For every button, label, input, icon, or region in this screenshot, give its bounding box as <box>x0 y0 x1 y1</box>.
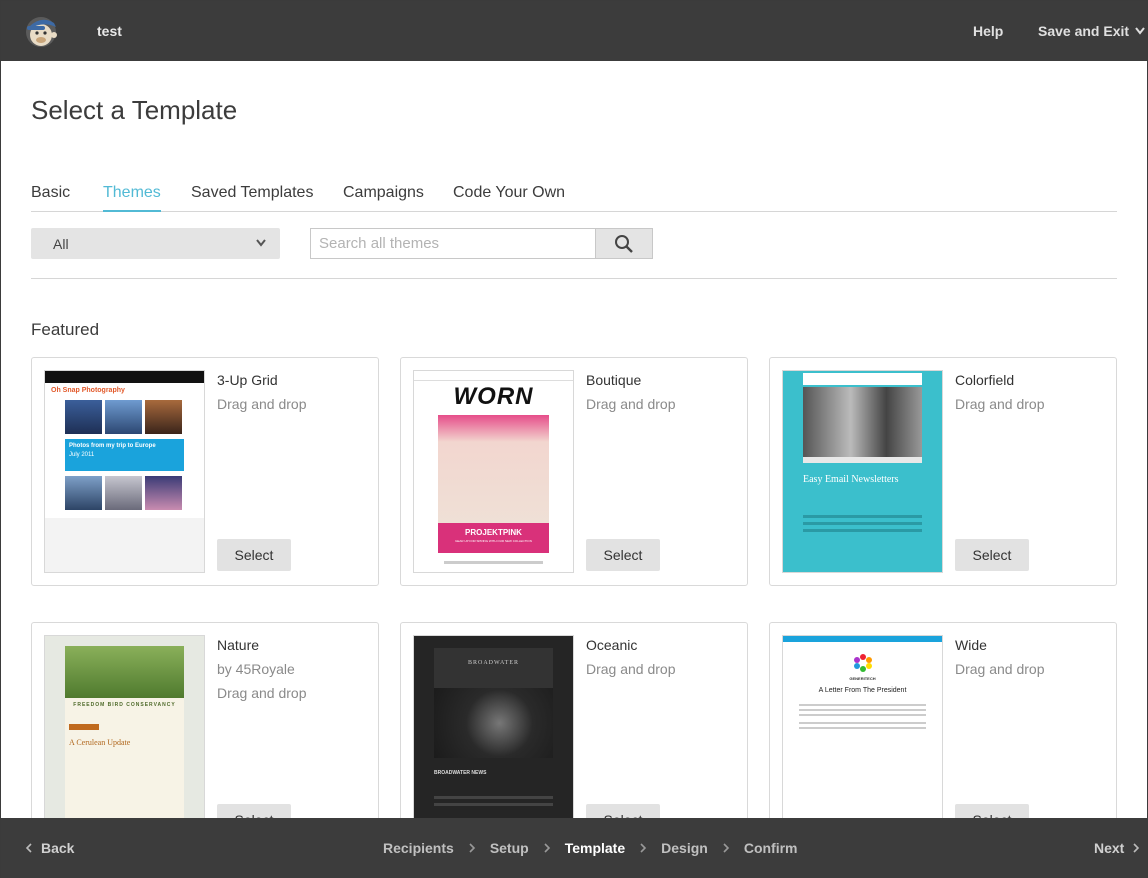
template-thumbnail[interactable]: GENERITECH A Letter From The President <box>782 635 943 838</box>
thumb-headline: Photos from my trip to Europe <box>69 443 156 449</box>
category-select-value: All <box>53 235 69 252</box>
thumb-brand: BROADWATER <box>434 648 553 688</box>
template-card-3-up-grid[interactable]: Oh Snap Photography Photos from my trip … <box>31 357 379 586</box>
wizard-steps: Recipients Setup Template Design Confirm <box>383 840 798 856</box>
template-name: Oceanic <box>586 637 638 653</box>
top-bar: test Help Save and Exit <box>1 1 1147 61</box>
search-icon <box>615 234 633 253</box>
tab-themes[interactable]: Themes <box>103 184 161 212</box>
template-type: Drag and drop <box>955 396 1045 412</box>
chevron-right-icon <box>723 843 729 853</box>
step-setup[interactable]: Setup <box>490 840 529 856</box>
next-button[interactable]: Next <box>1094 840 1140 856</box>
template-name: Boutique <box>586 372 642 388</box>
search-button[interactable] <box>595 228 653 259</box>
template-type: Drag and drop <box>955 661 1045 677</box>
chevron-right-icon <box>469 843 475 853</box>
thumb-brand: GENERITECH <box>849 676 876 681</box>
template-thumbnail[interactable]: BROADWATER BROADWATER NEWS <box>413 635 574 838</box>
template-thumbnail[interactable]: Oh Snap Photography Photos from my trip … <box>44 370 205 573</box>
save-and-exit-menu[interactable]: Save and Exit <box>1038 23 1145 39</box>
thumb-headline: Easy Email Newsletters <box>803 474 899 485</box>
page-title: Select a Template <box>31 95 238 125</box>
divider <box>31 278 1117 279</box>
thumb-tagline: GEAR UP FOR SPRING WITH OUR NEW COLLECTI… <box>455 539 532 543</box>
chevron-down-icon <box>256 239 266 247</box>
template-name: 3-Up Grid <box>217 372 278 388</box>
tab-code-your-own[interactable]: Code Your Own <box>453 184 565 212</box>
freddie-logo-icon[interactable] <box>23 13 59 49</box>
tab-campaigns[interactable]: Campaigns <box>343 184 424 212</box>
thumb-headline: A Letter From The President <box>818 687 907 694</box>
select-button[interactable]: Select <box>586 539 660 571</box>
template-thumbnail[interactable]: WORN PROJEKTPINK GEAR UP FOR SPRING WITH… <box>413 370 574 573</box>
template-author: by 45Royale <box>217 661 295 677</box>
thumb-brand: FREEDOM BIRD CONSERVANCY <box>73 702 176 708</box>
back-button[interactable]: Back <box>25 840 74 856</box>
template-card-nature[interactable]: FREEDOM BIRD CONSERVANCY A Cerulean Upda… <box>31 622 379 851</box>
template-type: Drag and drop <box>217 396 307 412</box>
campaign-name: test <box>97 23 122 39</box>
chevron-right-icon <box>640 843 647 853</box>
template-thumbnail[interactable]: Easy Email Newsletters <box>782 370 943 573</box>
template-card-colorfield[interactable]: Easy Email Newsletters Colorfield Drag a… <box>769 357 1117 586</box>
tab-saved-templates[interactable]: Saved Templates <box>191 184 313 212</box>
template-card-wide[interactable]: GENERITECH A Letter From The President W… <box>769 622 1117 851</box>
template-type: Drag and drop <box>586 661 676 677</box>
thumb-logo: WORN <box>453 383 534 410</box>
template-name: Nature <box>217 637 260 653</box>
step-design[interactable]: Design <box>661 840 708 856</box>
template-tabs: Basic Themes Saved Templates Campaigns C… <box>31 184 1117 212</box>
template-card-boutique[interactable]: WORN PROJEKTPINK GEAR UP FOR SPRING WITH… <box>400 357 748 586</box>
thumb-brand: Oh Snap Photography <box>51 387 125 394</box>
step-template[interactable]: Template <box>565 840 625 856</box>
select-button[interactable]: Select <box>955 539 1029 571</box>
template-name: Wide <box>955 637 987 653</box>
section-title-featured: Featured <box>31 320 100 339</box>
select-button[interactable]: Select <box>217 539 291 571</box>
template-thumbnail[interactable]: FREEDOM BIRD CONSERVANCY A Cerulean Upda… <box>44 635 205 838</box>
save-and-exit-label: Save and Exit <box>1038 23 1130 39</box>
tab-basic[interactable]: Basic <box>31 184 70 212</box>
chevron-left-icon <box>25 843 32 853</box>
template-card-oceanic[interactable]: BROADWATER BROADWATER NEWS Oceanic Drag … <box>400 622 748 851</box>
chevron-down-icon <box>1135 27 1145 35</box>
category-select[interactable]: All <box>31 228 280 259</box>
chevron-right-icon <box>1133 843 1140 853</box>
thumb-banner: PROJEKTPINK <box>465 528 522 537</box>
template-name: Colorfield <box>955 372 1015 388</box>
search-themes-input[interactable] <box>310 228 596 259</box>
template-type: Drag and drop <box>586 396 676 412</box>
thumb-date: July 2011 <box>69 452 95 458</box>
thumb-headline: BROADWATER NEWS <box>434 770 487 776</box>
step-confirm[interactable]: Confirm <box>744 840 798 856</box>
thumb-headline: A Cerulean Update <box>69 738 131 747</box>
generitech-logo-icon <box>853 654 872 672</box>
chevron-right-icon <box>544 843 550 853</box>
help-link[interactable]: Help <box>973 23 1003 39</box>
template-type: Drag and drop <box>217 685 307 701</box>
back-label: Back <box>41 840 75 856</box>
bottom-bar: Back Recipients Setup Template Design Co… <box>1 818 1147 878</box>
next-label: Next <box>1094 840 1125 856</box>
step-recipients[interactable]: Recipients <box>383 840 454 856</box>
